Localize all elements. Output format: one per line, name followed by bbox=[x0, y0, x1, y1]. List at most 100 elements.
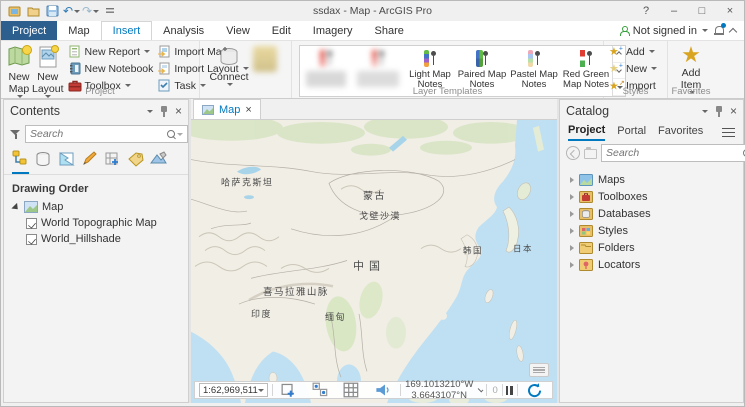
tab-map[interactable]: Map bbox=[57, 21, 100, 40]
view-tab-map[interactable]: Map × bbox=[193, 99, 261, 119]
contents-close-icon[interactable]: × bbox=[175, 105, 182, 117]
auto-hide-pin-icon[interactable] bbox=[715, 106, 723, 117]
import-layout-icon bbox=[157, 62, 171, 75]
new-project-icon[interactable] bbox=[7, 4, 22, 18]
group-label-layer-templates: Layer Templates bbox=[292, 86, 603, 97]
catalog-tab-project[interactable]: Project bbox=[568, 124, 605, 141]
pause-drawing-icon[interactable] bbox=[506, 386, 513, 395]
sign-in-menu[interactable]: Not signed in bbox=[620, 25, 708, 37]
refresh-icon[interactable] bbox=[521, 382, 548, 398]
catalog-item-folders[interactable]: Folders bbox=[560, 239, 743, 256]
expander-icon[interactable] bbox=[570, 228, 574, 234]
tab-project[interactable]: Project bbox=[1, 21, 57, 40]
notifications-icon[interactable] bbox=[714, 25, 724, 36]
open-project-icon[interactable] bbox=[26, 4, 41, 18]
help-button[interactable]: ? bbox=[632, 2, 660, 21]
expander-icon[interactable] bbox=[570, 211, 574, 217]
notification-count[interactable]: 0 bbox=[491, 385, 498, 396]
expander-icon[interactable] bbox=[570, 177, 574, 183]
map-attribution-icon[interactable] bbox=[529, 363, 549, 377]
tab-edit[interactable]: Edit bbox=[261, 21, 302, 40]
catalog-header: Catalog × bbox=[560, 100, 743, 122]
catalog-item-toolboxes[interactable]: Toolboxes bbox=[560, 188, 743, 205]
catalog-item-databases[interactable]: Databases bbox=[560, 205, 743, 222]
catalog-tree: Maps Toolboxes Databases Styles Folders … bbox=[560, 165, 743, 273]
filter-icon[interactable] bbox=[10, 129, 21, 140]
redo-icon[interactable]: ↷ bbox=[83, 4, 98, 18]
expander-icon[interactable] bbox=[570, 194, 574, 200]
expander-icon[interactable] bbox=[570, 262, 574, 268]
person-icon bbox=[620, 26, 629, 36]
catalog-close-icon[interactable]: × bbox=[730, 105, 737, 117]
map-tips-icon[interactable] bbox=[369, 382, 396, 398]
grid-icon[interactable] bbox=[338, 382, 365, 398]
snapping-toggle-icon[interactable] bbox=[307, 382, 334, 398]
quick-access-toolbar: ↶ ↷ bbox=[1, 4, 117, 18]
contents-title: Contents bbox=[10, 104, 60, 118]
back-icon[interactable] bbox=[566, 146, 580, 160]
list-by-snapping-icon[interactable] bbox=[104, 151, 121, 173]
tree-item-world-hillshade[interactable]: World_Hillshade bbox=[4, 231, 188, 247]
customize-toolbar-icon[interactable] bbox=[102, 4, 117, 18]
new-report-button[interactable]: New Report bbox=[68, 44, 154, 59]
close-view-icon[interactable]: × bbox=[245, 104, 251, 116]
search-options-icon[interactable] bbox=[177, 133, 183, 136]
list-by-selection-icon[interactable] bbox=[58, 151, 75, 173]
new-notebook-button[interactable]: New Notebook bbox=[68, 61, 154, 76]
tab-share[interactable]: Share bbox=[364, 21, 415, 40]
locators-icon bbox=[579, 259, 593, 271]
close-button[interactable]: × bbox=[716, 2, 744, 21]
list-by-perspective-icon[interactable] bbox=[150, 151, 167, 173]
catalog-item-locators[interactable]: Locators bbox=[560, 256, 743, 273]
catalog-options-icon[interactable] bbox=[722, 125, 735, 139]
contents-view-tabs bbox=[4, 146, 188, 175]
ribbon-tab-row: Project Map Insert Analysis View Edit Im… bbox=[1, 21, 744, 41]
ribbon-group-favorites: ★ Add Item Favorites bbox=[668, 41, 714, 98]
catalog-item-maps[interactable]: Maps bbox=[560, 171, 743, 188]
undo-icon[interactable]: ↶ bbox=[64, 4, 79, 18]
red-green-map-notes-icon bbox=[577, 49, 595, 69]
list-by-labeling-icon[interactable] bbox=[127, 151, 144, 173]
connections-button[interactable]: Connect bbox=[205, 44, 253, 86]
ribbon-group-connections: Connect bbox=[200, 41, 292, 98]
sign-in-label: Not signed in bbox=[633, 25, 697, 37]
map-canvas[interactable]: 哈萨克斯坦 蒙古 戈壁沙漠 中国 喜马拉雅山脉 印度 缅甸 韩国 日本 1:62… bbox=[191, 120, 557, 403]
sign-in-dropdown-icon bbox=[702, 29, 708, 32]
minimize-button[interactable]: – bbox=[660, 2, 688, 21]
map-tab-icon bbox=[202, 105, 214, 115]
map-label-mongolia: 蒙古 bbox=[363, 189, 386, 202]
catalog-tab-portal[interactable]: Portal bbox=[617, 125, 646, 140]
contents-search-input[interactable] bbox=[30, 128, 167, 140]
auto-hide-pin-icon[interactable] bbox=[160, 106, 168, 117]
tab-insert[interactable]: Insert bbox=[101, 21, 153, 40]
tab-analysis[interactable]: Analysis bbox=[152, 21, 215, 40]
styles-add-button[interactable]: ★+ Add bbox=[609, 44, 657, 59]
expander-icon[interactable] bbox=[11, 202, 20, 211]
list-by-data-source-icon[interactable] bbox=[35, 151, 52, 173]
list-by-drawing-order-icon[interactable] bbox=[12, 150, 29, 174]
coords-dropdown-icon bbox=[478, 386, 484, 392]
spatial-reference-icon[interactable] bbox=[276, 382, 303, 398]
styles-new-button[interactable]: ★+ New bbox=[609, 61, 657, 76]
catalog-item-styles[interactable]: Styles bbox=[560, 222, 743, 239]
coordinates-display[interactable]: 169.1013210°W 3.6643107°N bbox=[404, 379, 482, 401]
tab-imagery[interactable]: Imagery bbox=[302, 21, 364, 40]
catalog-search-input[interactable] bbox=[606, 147, 743, 159]
catalog-tab-favorites[interactable]: Favorites bbox=[658, 125, 703, 140]
tree-item-map[interactable]: Map bbox=[4, 199, 188, 215]
up-level-icon[interactable] bbox=[584, 147, 597, 159]
catalog-menu-icon[interactable] bbox=[702, 110, 708, 113]
scale-dropdown[interactable]: 1:62,969,511 bbox=[199, 383, 268, 397]
collapse-ribbon-icon[interactable] bbox=[729, 28, 737, 36]
contents-menu-icon[interactable] bbox=[147, 110, 153, 113]
maximize-button[interactable]: □ bbox=[688, 2, 716, 21]
layer-checkbox-checked[interactable] bbox=[26, 234, 37, 245]
tree-item-world-topographic-map[interactable]: World Topographic Map bbox=[4, 215, 188, 231]
new-layout-icon bbox=[36, 45, 60, 69]
expander-icon[interactable] bbox=[570, 245, 574, 251]
layer-checkbox-checked[interactable] bbox=[26, 218, 37, 229]
maps-icon bbox=[579, 174, 593, 186]
save-project-icon[interactable] bbox=[45, 4, 60, 18]
list-by-editing-icon[interactable] bbox=[81, 151, 98, 173]
tab-view[interactable]: View bbox=[215, 21, 261, 40]
